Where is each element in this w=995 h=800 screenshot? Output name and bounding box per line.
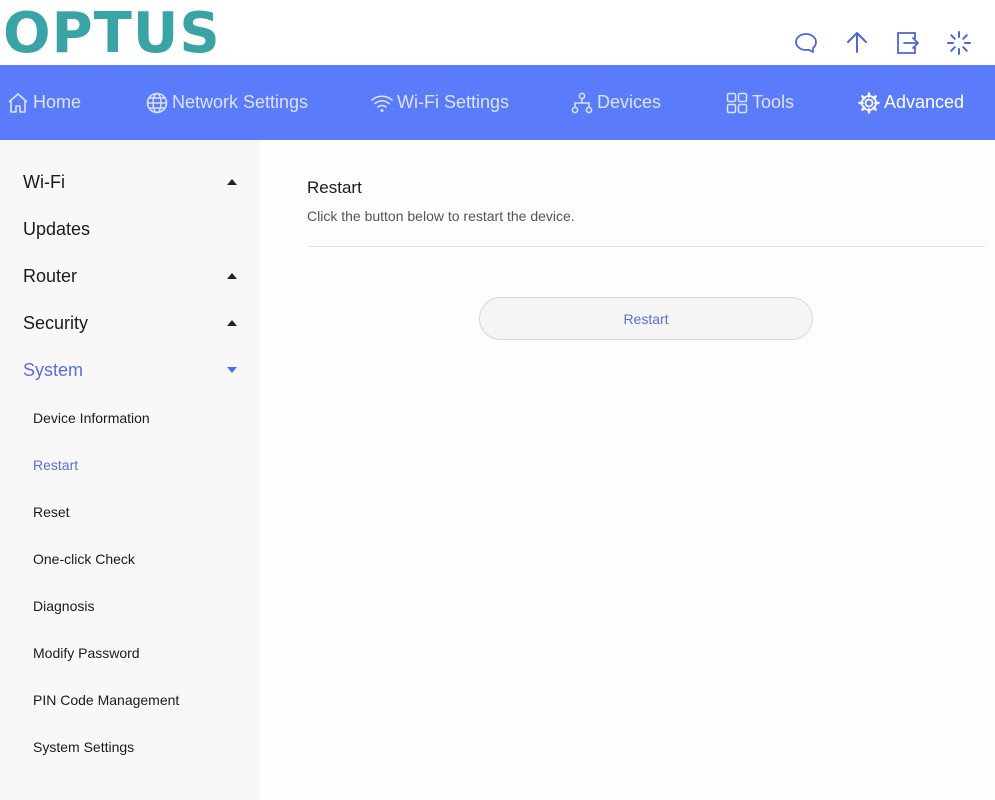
caret-up-icon: [227, 320, 237, 326]
sidebar-subitem-modify-password[interactable]: Modify Password: [33, 641, 243, 665]
sidebar-item-label: Router: [23, 265, 78, 286]
sidebar-item-label: Security: [23, 312, 89, 333]
header: OPTUS: [0, 0, 995, 65]
nav-devices-label: Devices: [597, 92, 662, 112]
sidebar-item-router[interactable]: Router: [23, 261, 243, 291]
sidebar-item-updates[interactable]: Updates: [23, 214, 243, 244]
nav-network-settings[interactable]: Network Settings: [145, 65, 308, 140]
caret-up-icon: [227, 273, 237, 279]
header-icons: [0, 30, 995, 56]
page-title: Restart: [307, 178, 362, 197]
nav-tools[interactable]: Tools: [725, 65, 794, 140]
wifi-icon: [371, 94, 393, 112]
sidebar-subitem-system-settings[interactable]: System Settings: [33, 735, 243, 759]
restart-button[interactable]: Restart: [479, 297, 813, 340]
sidebar-subitem-one-click-check[interactable]: One-click Check: [33, 547, 243, 571]
sidebar-item-label: Wi-Fi: [23, 171, 65, 192]
nav-advanced-label: Advanced: [884, 92, 965, 112]
nav-wifi-settings[interactable]: Wi-Fi Settings: [370, 65, 509, 140]
logout-icon[interactable]: [895, 30, 921, 56]
sidebar-subitem-device-information[interactable]: Device Information: [33, 406, 243, 430]
nav-home-label: Home: [33, 92, 82, 112]
chat-icon[interactable]: [793, 30, 819, 56]
sidebar-subitem-reset[interactable]: Reset: [33, 500, 243, 524]
page-description: Click the button below to restart the de…: [307, 208, 575, 224]
sidebar-subitem-restart[interactable]: Restart: [33, 453, 243, 477]
sidebar-item-security[interactable]: Security: [23, 308, 243, 338]
nav-network-settings-label: Network Settings: [172, 92, 309, 112]
loading-spinner-icon: [946, 30, 972, 56]
globe-icon: [146, 92, 168, 113]
gear-icon: [858, 91, 880, 114]
sidebar-item-label: Updates: [23, 218, 91, 239]
grid-icon: [726, 92, 748, 113]
main-content: Restart Click the button below to restar…: [260, 140, 995, 800]
home-icon: [8, 92, 28, 113]
network-tree-icon: [571, 92, 593, 113]
nav-tools-label: Tools: [752, 92, 795, 112]
main-nav: Home Network Settings Wi-Fi Settings Dev…: [0, 65, 995, 140]
sidebar-item-wifi[interactable]: Wi-Fi: [23, 167, 243, 197]
sidebar-item-label: System: [23, 359, 84, 380]
nav-devices[interactable]: Devices: [570, 65, 661, 140]
divider: [307, 246, 985, 247]
sidebar-item-system[interactable]: System: [23, 355, 243, 385]
nav-wifi-settings-label: Wi-Fi Settings: [397, 92, 510, 112]
sidebar-subitem-pin-code-management[interactable]: PIN Code Management: [33, 688, 243, 712]
caret-up-icon: [227, 179, 237, 185]
sidebar: Wi-Fi Updates Router Security System Dev…: [0, 140, 260, 800]
upload-arrow-icon[interactable]: [844, 30, 870, 56]
caret-down-icon: [227, 367, 237, 373]
sidebar-subitem-diagnosis[interactable]: Diagnosis: [33, 594, 243, 618]
nav-home[interactable]: Home: [6, 65, 81, 140]
nav-advanced[interactable]: Advanced: [857, 65, 964, 140]
